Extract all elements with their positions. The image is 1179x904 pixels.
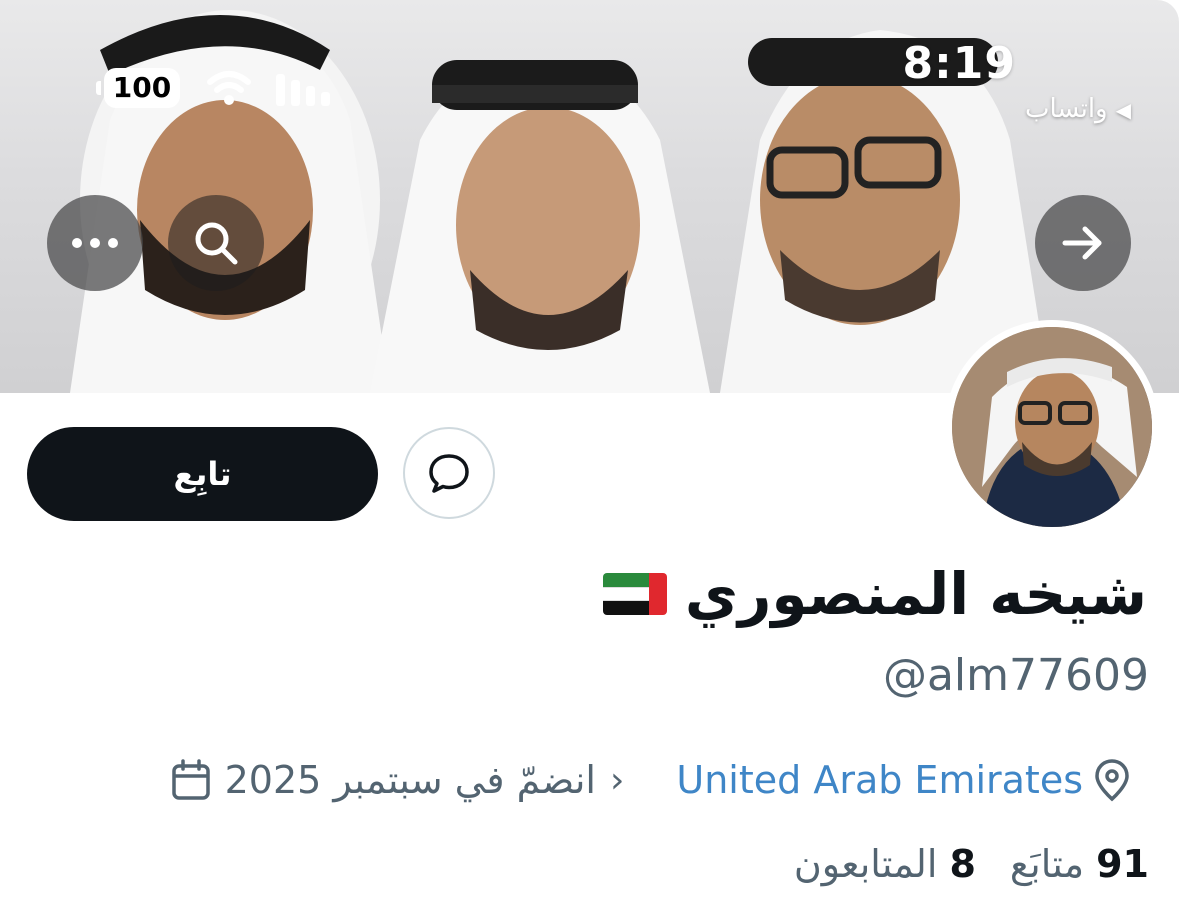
battery-indicator: 100 — [96, 68, 180, 108]
more-horizontal-icon — [72, 238, 118, 248]
profile-avatar[interactable] — [945, 320, 1159, 534]
display-name: شيخه المنصوري — [602, 560, 1147, 628]
search-button[interactable] — [168, 195, 264, 291]
profile-meta-row: United Arab Emirates ‹ انضمّ في سبتمبر 2… — [171, 752, 1131, 808]
location-text: United Arab Emirates — [676, 758, 1083, 802]
uae-flag-icon — [602, 573, 667, 615]
cellular-signal-icon — [276, 74, 330, 106]
location-link[interactable]: United Arab Emirates — [676, 758, 1131, 802]
avatar-photo — [952, 327, 1152, 527]
user-handle: @alm77609 — [882, 650, 1149, 701]
back-to-app-link[interactable]: ◀ واتساب — [1025, 94, 1131, 124]
joined-date[interactable]: ‹ انضمّ في سبتمبر 2025 — [171, 758, 625, 802]
status-time: 8:19 — [902, 38, 1016, 89]
back-triangle-icon: ◀ — [1115, 98, 1131, 122]
follow-button[interactable]: تابِع — [27, 427, 378, 521]
back-app-label: واتساب — [1025, 94, 1108, 124]
following-stat[interactable]: 91متابَع — [1010, 842, 1149, 886]
follow-stats: 91متابَع 8المتابعون — [794, 842, 1149, 886]
search-icon — [195, 222, 238, 265]
chevron-left-icon: ‹ — [609, 759, 625, 801]
display-name-text: شيخه المنصوري — [684, 560, 1147, 628]
message-bubble-icon — [429, 454, 469, 493]
location-pin-icon — [1095, 759, 1129, 802]
message-button[interactable] — [403, 427, 495, 519]
wifi-icon — [207, 71, 251, 105]
followers-stat[interactable]: 8المتابعون — [794, 842, 976, 886]
calendar-icon — [171, 759, 210, 800]
forward-button[interactable] — [1035, 195, 1131, 291]
arrow-right-icon — [1062, 226, 1102, 260]
more-options-button[interactable] — [47, 195, 143, 291]
joined-text: انضمّ في سبتمبر 2025 — [224, 758, 596, 802]
